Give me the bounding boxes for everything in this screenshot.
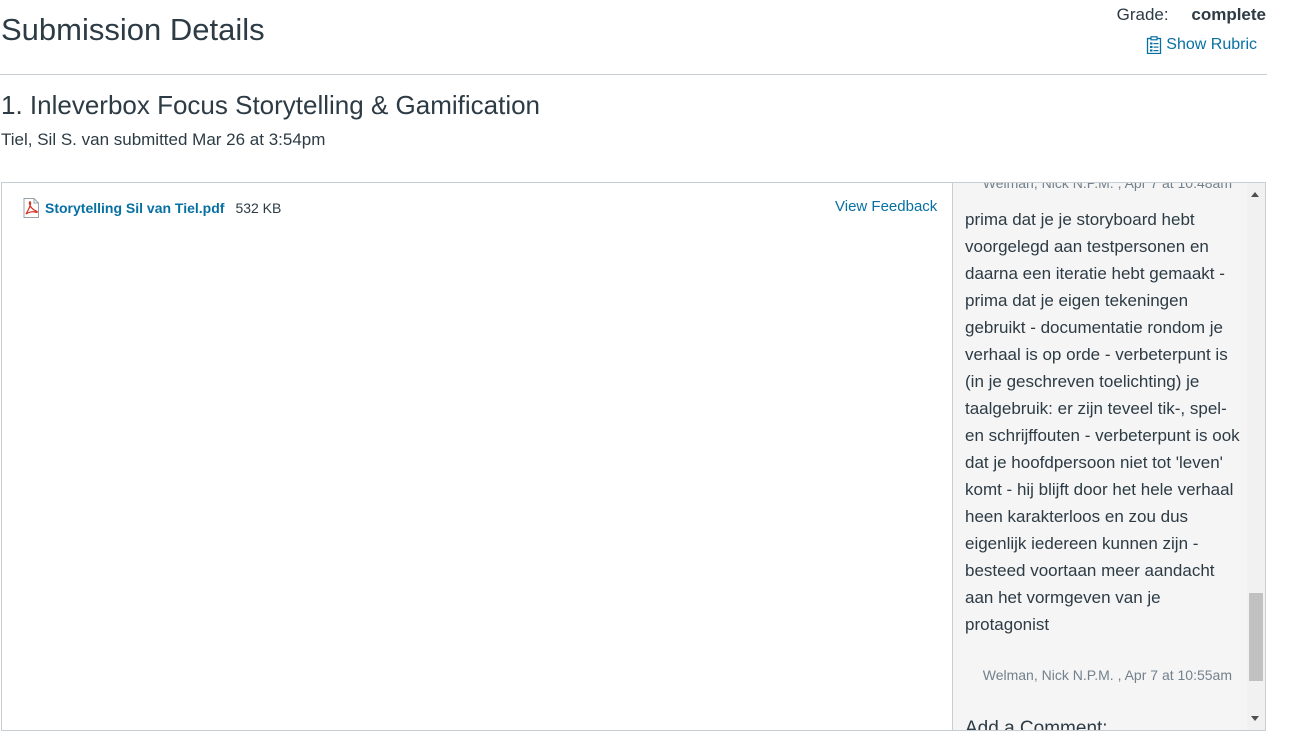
scroll-down-arrow-icon[interactable]: [1251, 716, 1259, 721]
comments-scrollbar[interactable]: [1247, 183, 1265, 730]
comment-author-date: Welman, Nick N.P.M. , Apr 7 at 10:48am: [982, 183, 1232, 191]
scrollbar-thumb[interactable]: [1249, 593, 1263, 681]
add-comment-heading: Add a Comment:: [965, 718, 1108, 731]
header-divider: [0, 74, 1267, 75]
view-feedback-link[interactable]: View Feedback: [835, 198, 937, 215]
submission-info: Tiel, Sil S. van submitted Mar 26 at 3:5…: [1, 130, 326, 149]
page-title: Submission Details: [1, 12, 265, 47]
scroll-up-arrow-icon[interactable]: [1251, 192, 1259, 197]
assignment-title: 1. Inleverbox Focus Storytelling & Gamif…: [1, 90, 541, 120]
submitted-file: Storytelling Sil van Tiel.pdf 532 KB: [22, 198, 281, 218]
show-rubric-label: Show Rubric: [1166, 36, 1257, 53]
file-download-link[interactable]: Storytelling Sil van Tiel.pdf: [45, 200, 224, 216]
comment-author-date: Welman, Nick N.P.M. , Apr 7 at 10:55am: [982, 667, 1232, 683]
rubric-icon: [1146, 36, 1162, 55]
file-size: 532 KB: [235, 200, 282, 216]
pdf-icon: [22, 198, 40, 218]
comment-text: prima dat je je storyboard hebt voorgele…: [965, 210, 1240, 634]
submission-details-page: Submission Details Grade: complete Show …: [0, 0, 1307, 737]
grade-value: complete: [1191, 5, 1266, 24]
show-rubric-link[interactable]: Show Rubric: [1146, 35, 1257, 55]
comments-sidebar[interactable]: Welman, Nick N.P.M. , Apr 7 at 10:48am p…: [952, 183, 1265, 731]
grade-label: Grade:: [1116, 5, 1169, 24]
submission-panel: Storytelling Sil van Tiel.pdf 532 KB Vie…: [1, 182, 1266, 731]
grade-summary: Grade: complete: [1117, 4, 1266, 26]
